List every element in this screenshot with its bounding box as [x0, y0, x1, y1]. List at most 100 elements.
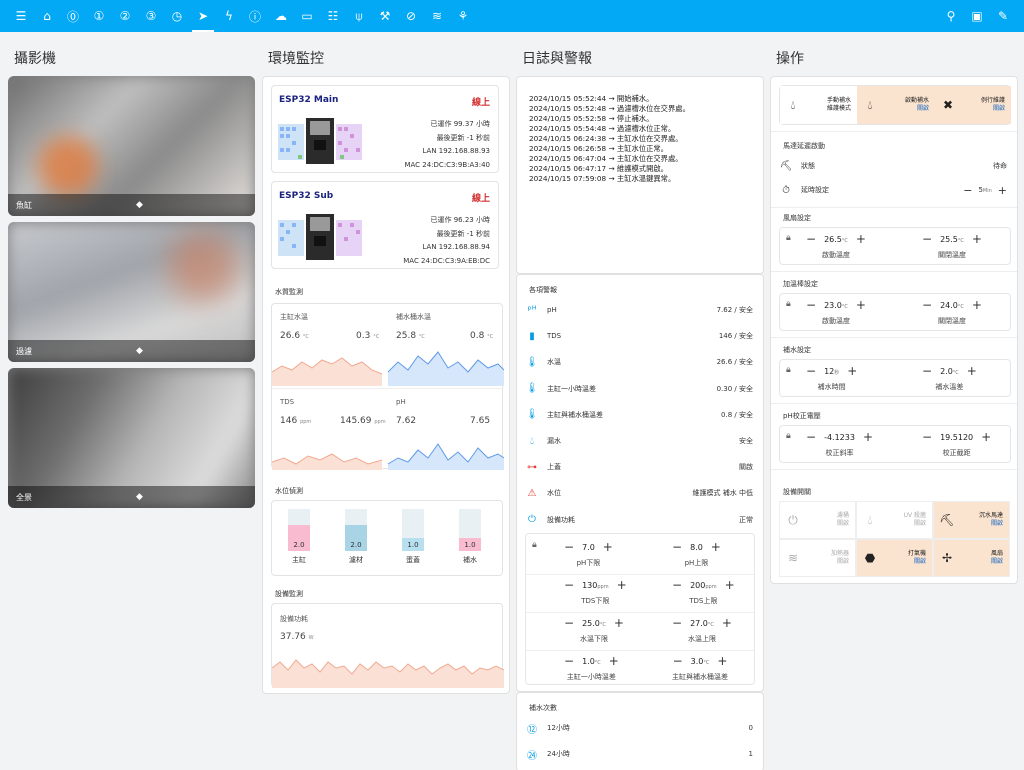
- cloud-icon[interactable]: ☁: [268, 0, 294, 32]
- car-icon[interactable]: ▭: [294, 0, 320, 32]
- camera-feed[interactable]: 過濾 ◆: [8, 222, 255, 362]
- lock-icon[interactable]: 🔒︎: [786, 365, 791, 375]
- water-level-bar: 2.0: [345, 509, 367, 551]
- temp-refill-value: 25.8 °C: [396, 331, 425, 341]
- compass-icon[interactable]: ⊘: [398, 0, 424, 32]
- increment-button[interactable]: +: [609, 654, 619, 668]
- increment-button[interactable]: +: [972, 232, 982, 246]
- zero-circle-icon[interactable]: ⓪: [60, 0, 86, 32]
- switch-tile[interactable]: ⬣ 打氣機 關啟: [856, 539, 933, 577]
- decrement-button[interactable]: −: [564, 654, 574, 668]
- audio-icon[interactable]: ◆: [136, 492, 143, 502]
- increment-button[interactable]: +: [972, 298, 982, 312]
- power-panel: 設備功耗 37.76 W: [271, 603, 504, 688]
- setting-stepper: −12秒 + 補水時間: [806, 364, 857, 392]
- menu-icon[interactable]: ☰: [8, 0, 34, 32]
- camera-feed[interactable]: 全景 ◆: [8, 368, 255, 508]
- decrement-button[interactable]: −: [806, 430, 816, 444]
- increment-button[interactable]: +: [614, 616, 624, 630]
- log-line: 2024/10/15 06:47:04 → 主缸水位在交界處。: [529, 154, 683, 163]
- tds-avg-value: 145.69 ppm: [340, 416, 386, 426]
- increment-button[interactable]: +: [725, 578, 735, 592]
- lid-icon: ⊶: [527, 461, 537, 473]
- lock-icon[interactable]: 🔒︎: [786, 431, 791, 441]
- two-circle-icon[interactable]: ②: [112, 0, 138, 32]
- robot-arm-icon[interactable]: ⚒: [372, 0, 398, 32]
- switch-tile[interactable]: 💧︎ UV 殺菌 關啟: [856, 501, 933, 539]
- decrement-button[interactable]: −: [922, 298, 932, 312]
- stepper-caption: TDS下限: [581, 597, 610, 605]
- audio-icon[interactable]: ◆: [136, 346, 143, 356]
- lock-icon[interactable]: 🔒︎: [786, 233, 791, 243]
- lock-icon[interactable]: 🔒︎: [786, 299, 791, 309]
- info-icon[interactable]: ⓘ: [242, 0, 268, 32]
- stepper-value: 8.0: [690, 542, 703, 552]
- increment-button[interactable]: +: [967, 364, 977, 378]
- increment-button[interactable]: +: [856, 232, 866, 246]
- tds-icon: ▮: [529, 330, 535, 342]
- fish-icon[interactable]: ➤: [190, 0, 216, 32]
- decrement-button[interactable]: −: [564, 540, 574, 554]
- bolt-icon[interactable]: ϟ: [216, 0, 242, 32]
- stepper-value: 2.0°C: [940, 366, 959, 376]
- increment-button[interactable]: +: [711, 540, 721, 554]
- decrement-button[interactable]: −: [672, 616, 682, 630]
- wifi-tower-icon[interactable]: ⍦: [346, 0, 372, 32]
- decrement-button[interactable]: −: [922, 430, 932, 444]
- device-uptime: 已運作 96.23 小時: [430, 216, 491, 224]
- clock-12-icon: ⑫: [527, 724, 537, 736]
- increment-button[interactable]: +: [856, 298, 866, 312]
- home-icon[interactable]: ⌂: [34, 0, 60, 32]
- stepper-value: 7.0: [582, 542, 595, 552]
- alert-label: 設備功耗: [547, 515, 575, 524]
- decrement-button[interactable]: −: [806, 364, 816, 378]
- fan-settings-panel: 🔒︎ −26.5°C + 啟動溫度 −25.5°C + 關閉溫度: [779, 227, 1011, 265]
- decrement-button[interactable]: −: [672, 540, 682, 554]
- clock-icon[interactable]: ◷: [164, 0, 190, 32]
- temp-refill-label: 補水桶水溫: [396, 313, 431, 321]
- decrement-button[interactable]: −: [564, 578, 574, 592]
- three-circle-icon[interactable]: ③: [138, 0, 164, 32]
- maintenance-button[interactable]: ✖ 例行維護 關啟: [935, 86, 1011, 124]
- switch-tile[interactable]: ✢ 風扇 關啟: [933, 539, 1010, 577]
- increment-button[interactable]: +: [722, 616, 732, 630]
- esp32-sub-card[interactable]: ESP32 Sub 線上 已運作 96.23 小時 最後更新 -1 秒前 LAN…: [271, 181, 499, 269]
- esp32-main-card[interactable]: ESP32 Main 線上 已運作 99.37 小時 最後更新 -1 秒前 LA…: [271, 85, 499, 173]
- decrement-button[interactable]: −: [922, 232, 932, 246]
- decrement-button[interactable]: −: [806, 232, 816, 246]
- wifi-icon[interactable]: ≋: [424, 0, 450, 32]
- decrement-button[interactable]: −: [672, 578, 682, 592]
- server-icon[interactable]: ☷: [320, 0, 346, 32]
- device-details: 已運作 96.23 小時 最後更新 -1 秒前 LAN 192.168.88.9…: [403, 214, 490, 268]
- stepper-caption: 補水溫差: [935, 383, 964, 391]
- delay-decrement-button[interactable]: −: [963, 184, 972, 197]
- increment-button[interactable]: +: [717, 654, 727, 668]
- stepper-caption: 水溫上限: [687, 635, 716, 643]
- switch-tile[interactable]: ⏻ 濾桶 關啟: [779, 501, 856, 539]
- manual-refill-button[interactable]: 💧︎ 手動補水 維護模式: [780, 86, 857, 124]
- chat-icon[interactable]: ▣: [964, 0, 990, 32]
- decrement-button[interactable]: −: [564, 616, 574, 630]
- one-circle-icon[interactable]: ①: [86, 0, 112, 32]
- pencil-icon[interactable]: ✎: [990, 0, 1016, 32]
- delay-increment-button[interactable]: +: [998, 184, 1007, 197]
- switch-tile[interactable]: ⛏ 沉水馬達 關啟: [933, 501, 1010, 539]
- increment-button[interactable]: +: [981, 430, 991, 444]
- decrement-button[interactable]: −: [806, 298, 816, 312]
- plant-icon[interactable]: ⚘: [450, 0, 476, 32]
- refill-count-card: 補水次數 ⑫ 12小時 0 ㉔ 24小時 1: [516, 692, 764, 770]
- increment-button[interactable]: +: [617, 578, 627, 592]
- increment-button[interactable]: +: [863, 430, 873, 444]
- increment-button[interactable]: +: [847, 364, 857, 378]
- log-line: 2024/10/15 06:24:38 → 主缸水位在交界處。: [529, 134, 683, 143]
- search-icon[interactable]: ⚲: [938, 0, 964, 32]
- log-line: 2024/10/15 05:52:58 → 停止補水。: [529, 114, 654, 123]
- start-refill-button[interactable]: 💧︎ 啟動補水 關啟: [857, 86, 935, 124]
- decrement-button[interactable]: −: [922, 364, 932, 378]
- lock-icon[interactable]: 🔒︎: [532, 540, 537, 550]
- audio-icon[interactable]: ◆: [136, 200, 143, 210]
- camera-feed[interactable]: 魚缸 ◆: [8, 76, 255, 216]
- increment-button[interactable]: +: [603, 540, 613, 554]
- decrement-button[interactable]: −: [673, 654, 683, 668]
- switch-tile[interactable]: ≋ 加熱器 關啟: [779, 539, 856, 577]
